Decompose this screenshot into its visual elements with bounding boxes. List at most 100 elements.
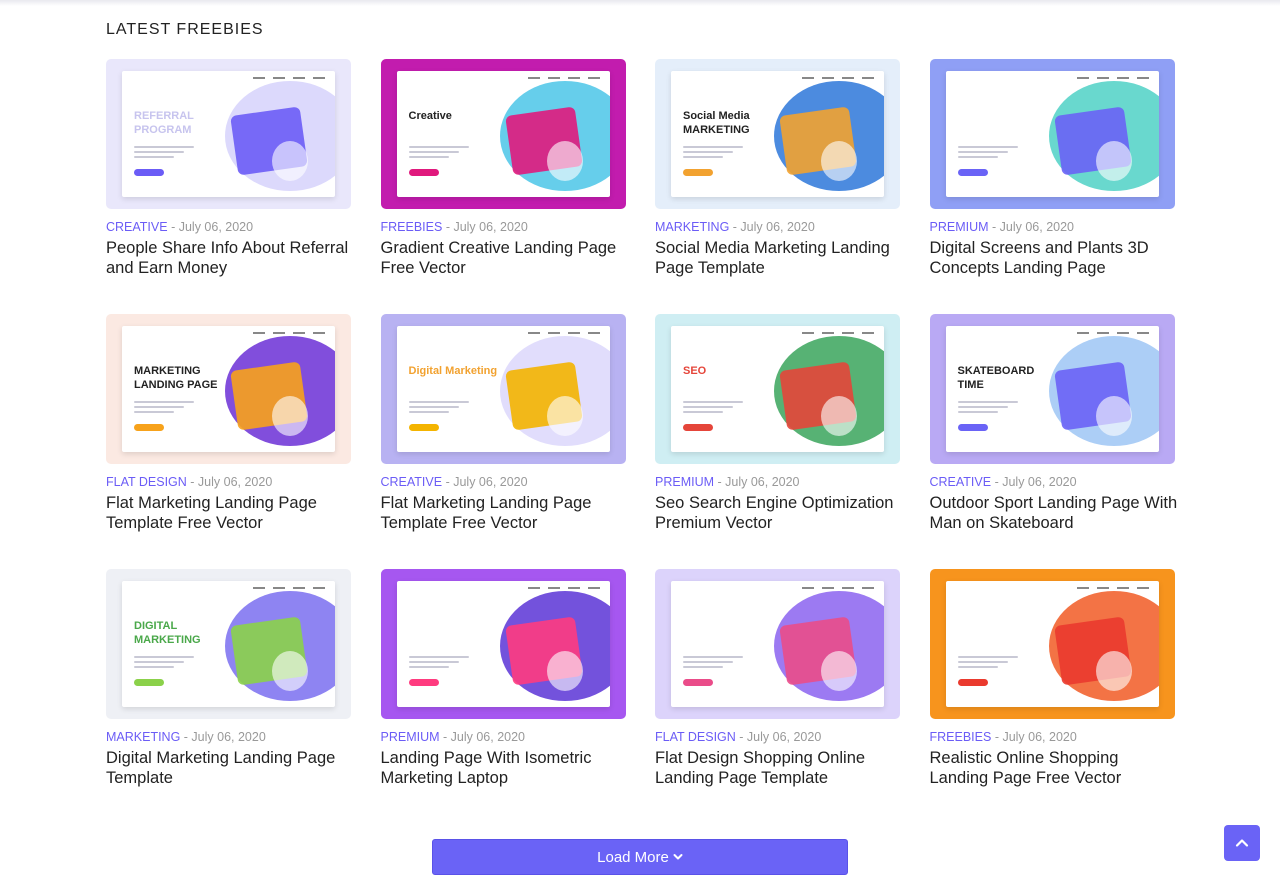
thumbnail-page-mockup: MARKETING — [396, 581, 610, 707]
card-thumbnail[interactable]: Digital Marketing — [380, 314, 626, 464]
thumbnail-heading: Online Shopping — [957, 620, 1046, 632]
card-meta: MARKETING - July 06, 2020 — [655, 220, 815, 234]
card-thumbnail[interactable]: MARKETING — [380, 569, 626, 719]
card-meta: FREEBIES - July 06, 2020 — [381, 220, 528, 234]
thumbnail-cta-pill — [134, 169, 164, 176]
freebie-card[interactable]: DIGITAL MARKETING MARKETING - July 06, 20… — [106, 569, 351, 824]
freebie-card[interactable]: Social Media MARKETING MARKETING - July 0… — [655, 59, 900, 314]
thumbnail-page-mockup: SEO — [671, 326, 884, 452]
freebie-card[interactable]: ONLINE SHOPPING FLAT DESIGN - July 06, 20… — [655, 569, 900, 824]
card-thumbnail[interactable]: Social Media MARKETING — [655, 59, 900, 209]
card-title-link[interactable]: Seo Search Engine Optimization Premium V… — [655, 493, 905, 533]
thumbnail-heading: Lorem ipsum dolor sit amet — [957, 110, 1030, 136]
thumbnail-page-mockup: MARKETING LANDING PAGE — [122, 326, 335, 452]
freebie-card[interactable]: MARKETING PREMIUM - July 06, 2020 Landing … — [380, 569, 626, 824]
thumbnail-page-mockup: Creative — [396, 71, 610, 197]
card-meta: MARKETING - July 06, 2020 — [106, 730, 266, 744]
card-title-link[interactable]: Digital Screens and Plants 3D Concepts L… — [930, 238, 1180, 278]
thumbnail-illustration-detail — [272, 651, 308, 691]
thumbnail-illustration-detail — [1095, 396, 1132, 436]
freebie-card[interactable]: MARKETING LANDING PAGE FLAT DESIGN - July… — [106, 314, 351, 569]
thumbnail-text-lines — [957, 401, 1018, 416]
card-thumbnail[interactable]: Lorem ipsum dolor sit amet — [929, 59, 1175, 209]
thumbnail-cta-pill — [683, 424, 713, 431]
back-to-top-button[interactable] — [1224, 825, 1260, 861]
load-more-label: Load More — [597, 848, 669, 866]
freebie-card[interactable]: Lorem ipsum dolor sit amet PREMIUM - July… — [929, 59, 1175, 314]
thumbnail-nav — [802, 77, 874, 79]
card-category-link[interactable]: FLAT DESIGN — [655, 730, 736, 744]
card-thumbnail[interactable]: MARKETING LANDING PAGE — [106, 314, 351, 464]
card-title-link[interactable]: Outdoor Sport Landing Page With Man on S… — [930, 493, 1180, 533]
freebie-card[interactable]: Creative FREEBIES - July 06, 2020 Gradient… — [380, 59, 626, 314]
card-category-link[interactable]: FREEBIES — [381, 220, 443, 234]
thumbnail-illustration-detail — [272, 141, 308, 181]
card-title-link[interactable]: Flat Design Shopping Online Landing Page… — [655, 748, 905, 788]
card-title-link[interactable]: Landing Page With Isometric Marketing La… — [381, 748, 631, 788]
card-thumbnail[interactable]: SKATEBOARD TIME — [929, 314, 1175, 464]
card-date: - July 06, 2020 — [183, 730, 266, 744]
card-title-link[interactable]: Digital Marketing Landing Page Template — [106, 748, 356, 788]
freebie-card[interactable]: REFERRAL PROGRAM CREATIVE - July 06, 2020… — [106, 59, 351, 314]
thumbnail-page-mockup: Lorem ipsum dolor sit amet — [945, 71, 1159, 197]
card-title-link[interactable]: Flat Marketing Landing Page Template Fre… — [381, 493, 631, 533]
card-thumbnail[interactable]: Creative — [380, 59, 626, 209]
card-date: - July 06, 2020 — [994, 475, 1077, 489]
card-meta: PREMIUM - July 06, 2020 — [930, 220, 1075, 234]
card-category-link[interactable]: PREMIUM — [930, 220, 989, 234]
thumbnail-cta-pill — [957, 679, 988, 686]
freebie-card[interactable]: SEO PREMIUM - July 06, 2020 Seo Search Eng… — [655, 314, 900, 569]
card-category-link[interactable]: MARKETING — [106, 730, 180, 744]
thumbnail-text-lines — [134, 401, 194, 416]
card-thumbnail[interactable]: REFERRAL PROGRAM — [106, 59, 351, 209]
thumbnail-page-mockup: REFERRAL PROGRAM — [122, 71, 335, 197]
thumbnail-nav — [1076, 77, 1149, 79]
thumbnail-text-lines — [683, 656, 743, 671]
thumbnail-nav — [802, 587, 874, 589]
thumbnail-text-lines — [408, 146, 469, 161]
thumbnail-illustration-detail — [546, 396, 583, 436]
card-category-link[interactable]: FLAT DESIGN — [106, 475, 187, 489]
freebie-card[interactable]: Online Shopping FREEBIES - July 06, 2020 R… — [929, 569, 1175, 824]
freebie-card[interactable]: Digital Marketing CREATIVE - July 06, 202… — [380, 314, 626, 569]
card-category-link[interactable]: CREATIVE — [106, 220, 168, 234]
card-category-link[interactable]: PREMIUM — [381, 730, 440, 744]
card-thumbnail[interactable]: DIGITAL MARKETING — [106, 569, 351, 719]
thumbnail-nav — [253, 332, 325, 334]
card-date: - July 06, 2020 — [190, 475, 273, 489]
card-category-link[interactable]: MARKETING — [655, 220, 729, 234]
card-category-link[interactable]: FREEBIES — [930, 730, 992, 744]
card-meta: CREATIVE - July 06, 2020 — [106, 220, 253, 234]
card-category-link[interactable]: CREATIVE — [930, 475, 992, 489]
thumbnail-page-mockup: Online Shopping — [945, 581, 1159, 707]
card-title-link[interactable]: Realistic Online Shopping Landing Page F… — [930, 748, 1180, 788]
thumbnail-cta-pill — [134, 679, 164, 686]
card-category-link[interactable]: CREATIVE — [381, 475, 443, 489]
thumbnail-heading: MARKETING LANDING PAGE — [134, 365, 218, 391]
thumbnail-cta-pill — [683, 679, 713, 686]
thumbnail-nav — [802, 332, 874, 334]
thumbnail-heading: SKATEBOARD TIME — [957, 365, 1035, 391]
card-title-link[interactable]: Gradient Creative Landing Page Free Vect… — [381, 238, 631, 278]
card-thumbnail[interactable]: SEO — [655, 314, 900, 464]
card-title-link[interactable]: People Share Info About Referral and Ear… — [106, 238, 356, 278]
thumbnail-heading: MARKETING — [408, 620, 476, 632]
card-date: - July 06, 2020 — [994, 730, 1077, 744]
card-thumbnail[interactable]: Online Shopping — [929, 569, 1175, 719]
card-date: - July 06, 2020 — [445, 475, 528, 489]
thumbnail-nav — [253, 77, 325, 79]
card-category-link[interactable]: PREMIUM — [655, 475, 714, 489]
load-more-button[interactable]: Load More — [432, 839, 848, 875]
card-title-link[interactable]: Social Media Marketing Landing Page Temp… — [655, 238, 905, 278]
freebie-card[interactable]: SKATEBOARD TIME CREATIVE - July 06, 2020 O… — [929, 314, 1177, 569]
thumbnail-cta-pill — [408, 424, 439, 431]
thumbnail-nav — [527, 77, 600, 79]
thumbnail-text-lines — [957, 656, 1018, 671]
card-title-link[interactable]: Flat Marketing Landing Page Template Fre… — [106, 493, 356, 533]
thumbnail-text-lines — [408, 656, 469, 671]
thumbnail-page-mockup: Social Media MARKETING — [671, 71, 884, 197]
chevron-down-icon — [673, 854, 683, 860]
thumbnail-text-lines — [408, 401, 469, 416]
thumbnail-illustration-detail — [821, 651, 857, 691]
card-thumbnail[interactable]: ONLINE SHOPPING — [655, 569, 900, 719]
